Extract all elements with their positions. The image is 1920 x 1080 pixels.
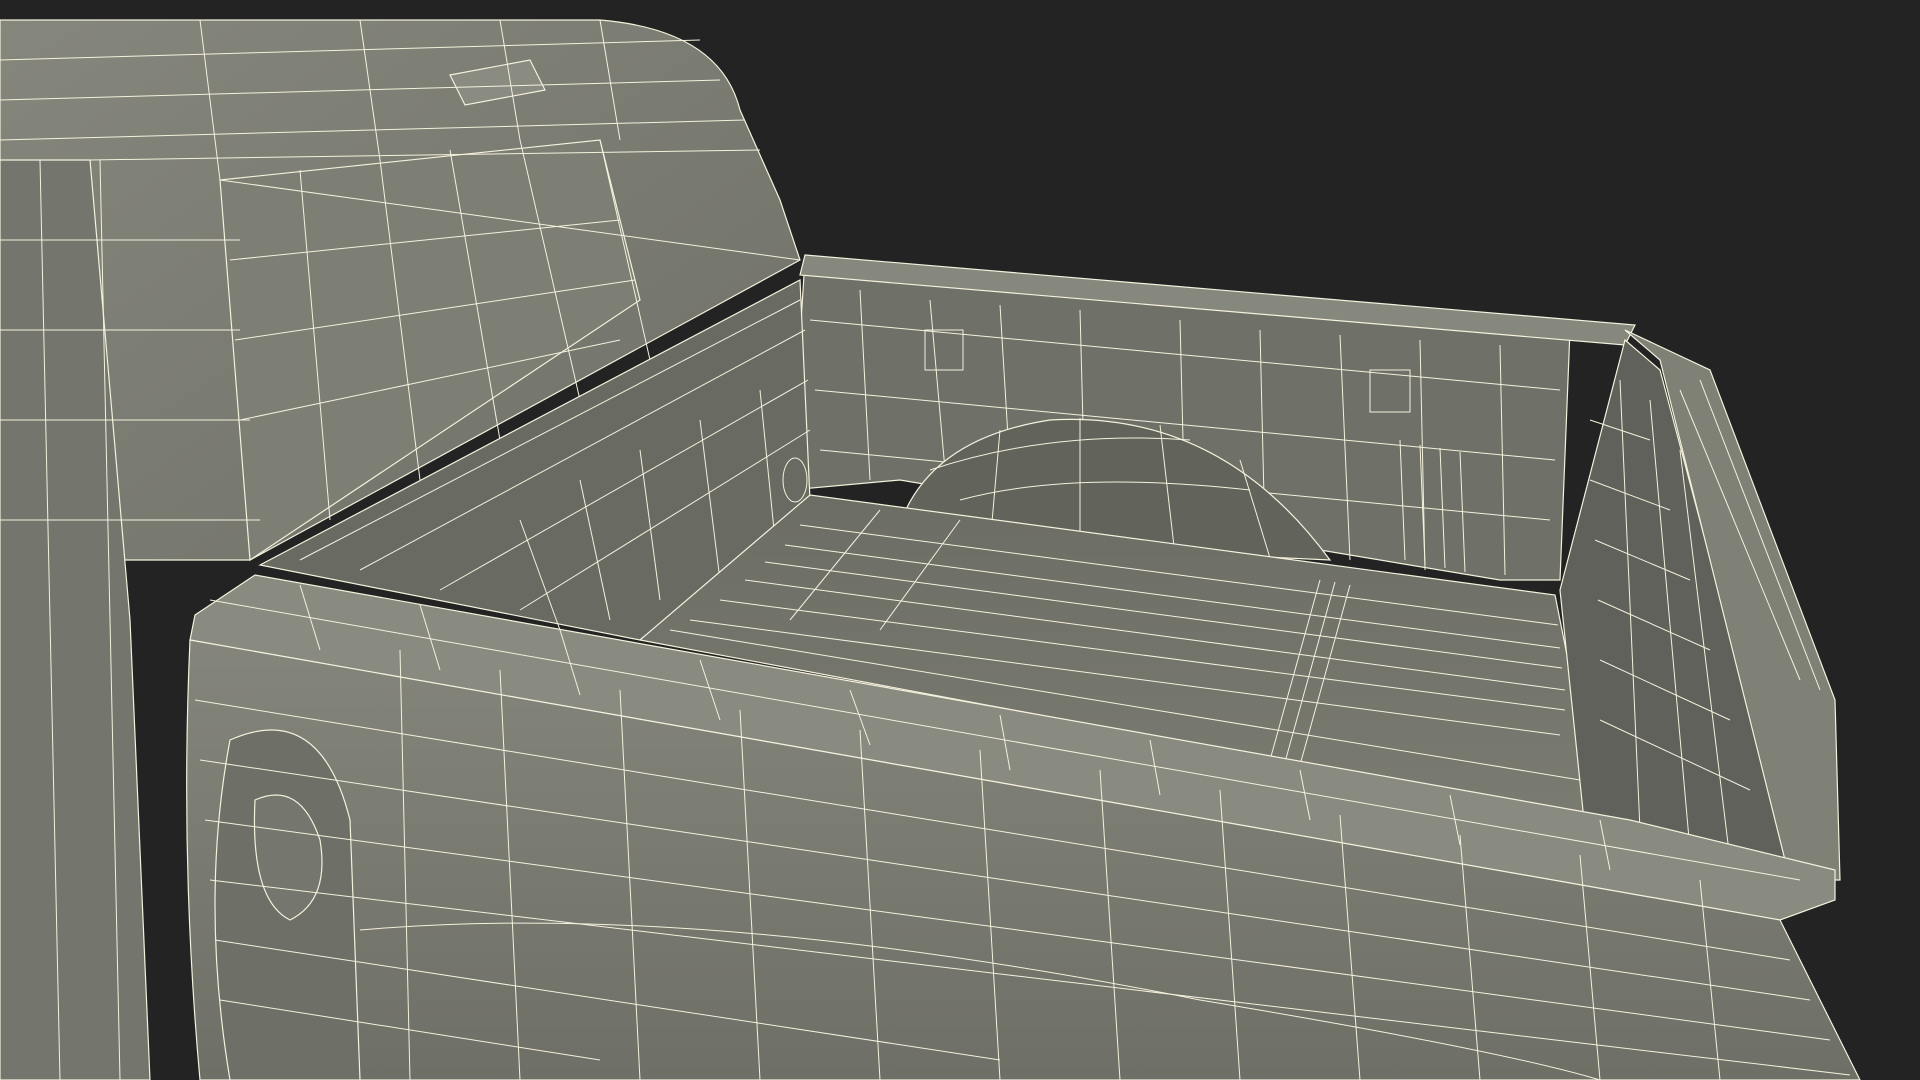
wireframe-render: [0, 19, 1861, 1080]
3d-viewport[interactable]: [0, 0, 1920, 1080]
bed-right-wall: [1559, 329, 1841, 881]
